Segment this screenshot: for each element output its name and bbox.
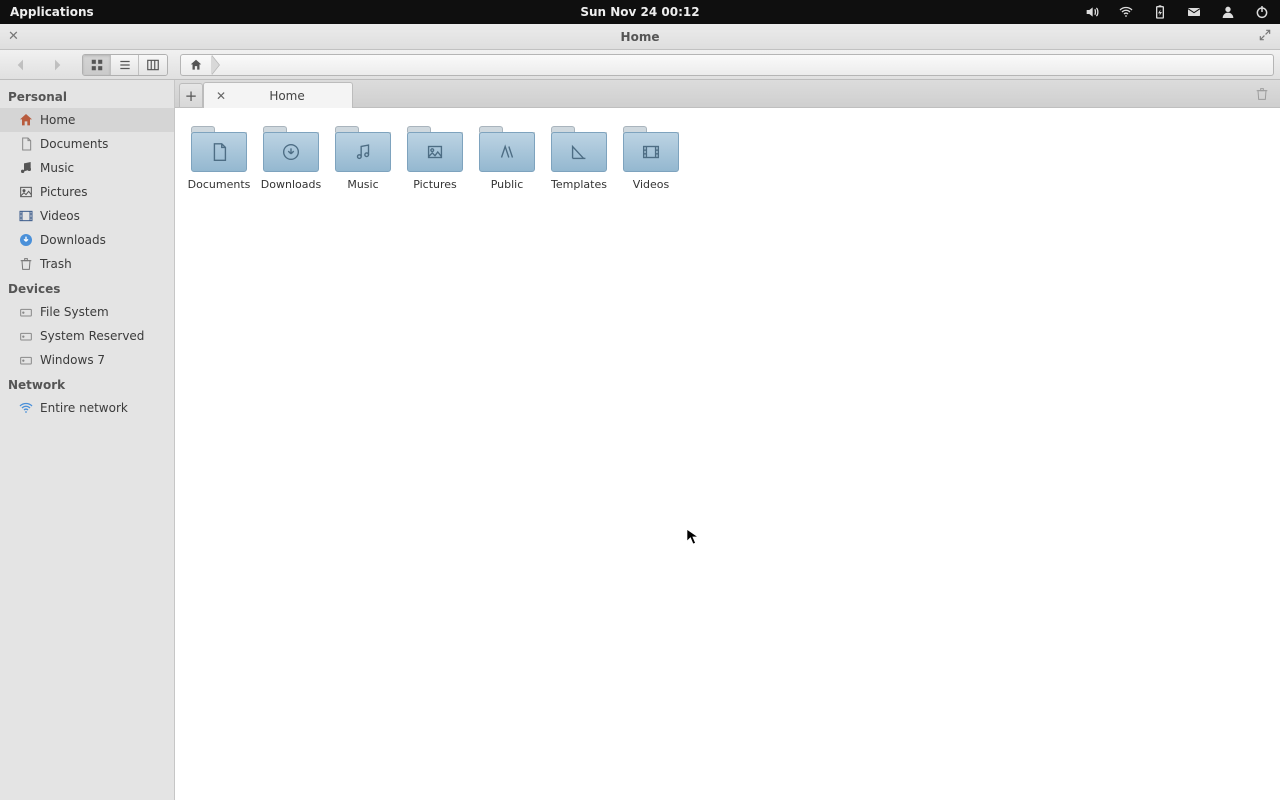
sidebar-item-network[interactable]: Entire network xyxy=(0,396,174,420)
power-icon[interactable] xyxy=(1254,4,1270,20)
folder-label: Videos xyxy=(633,178,670,191)
sidebar-item-home[interactable]: Home xyxy=(0,108,174,132)
mouse-cursor-icon xyxy=(686,528,700,550)
sidebar-item-filesystem[interactable]: File System xyxy=(0,300,174,324)
folder-label: Public xyxy=(491,178,524,191)
sidebar-item-music[interactable]: Music xyxy=(0,156,174,180)
sidebar-item-label: Windows 7 xyxy=(40,353,105,367)
top-panel: Applications Sun Nov 24 00:12 xyxy=(0,0,1280,24)
icon-view-button[interactable] xyxy=(83,55,111,75)
sidebar-item-label: File System xyxy=(40,305,109,319)
folder-music[interactable]: Music xyxy=(327,124,399,191)
icon-view[interactable]: Documents Downloads Music Pictures Publi… xyxy=(175,108,1280,800)
folder-pictures[interactable]: Pictures xyxy=(399,124,471,191)
sidebar-item-label: System Reserved xyxy=(40,329,144,343)
mail-icon[interactable] xyxy=(1186,4,1202,20)
sidebar-item-windows7[interactable]: Windows 7 xyxy=(0,348,174,372)
window-close-button[interactable]: ✕ xyxy=(8,29,19,44)
sidebar-item-label: Entire network xyxy=(40,401,128,415)
folder-videos[interactable]: Videos xyxy=(615,124,687,191)
sidebar-heading-network: Network xyxy=(0,372,174,396)
sidebar-item-label: Pictures xyxy=(40,185,88,199)
sidebar-item-pictures[interactable]: Pictures xyxy=(0,180,174,204)
content-area: Personal Home Documents Music Pictures V… xyxy=(0,80,1280,800)
tab-close-button[interactable]: ✕ xyxy=(216,89,226,103)
sidebar: Personal Home Documents Music Pictures V… xyxy=(0,80,175,800)
folder-downloads[interactable]: Downloads xyxy=(255,124,327,191)
sidebar-item-label: Home xyxy=(40,113,75,127)
system-tray xyxy=(1084,4,1270,20)
sidebar-heading-personal: Personal xyxy=(0,84,174,108)
sidebar-item-label: Documents xyxy=(40,137,108,151)
folder-documents[interactable]: Documents xyxy=(183,124,255,191)
sidebar-item-videos[interactable]: Videos xyxy=(0,204,174,228)
sidebar-item-documents[interactable]: Documents xyxy=(0,132,174,156)
folder-label: Downloads xyxy=(261,178,321,191)
sidebar-item-downloads[interactable]: Downloads xyxy=(0,228,174,252)
folder-label: Templates xyxy=(551,178,607,191)
sidebar-item-trash[interactable]: Trash xyxy=(0,252,174,276)
wifi-icon[interactable] xyxy=(1118,4,1134,20)
window-title: Home xyxy=(621,30,660,44)
main-pane: + ✕ Home Documents Downloads Music Pictu… xyxy=(175,80,1280,800)
tab-strip: + ✕ Home xyxy=(175,80,1280,108)
folder-label: Pictures xyxy=(413,178,457,191)
path-segment-home[interactable] xyxy=(181,55,211,75)
column-view-button[interactable] xyxy=(139,55,167,75)
window-titlebar: ✕ Home xyxy=(0,24,1280,50)
toolbar xyxy=(0,50,1280,80)
back-button[interactable] xyxy=(6,54,36,76)
list-view-button[interactable] xyxy=(111,55,139,75)
tab-home[interactable]: ✕ Home xyxy=(203,82,353,108)
sidebar-item-label: Music xyxy=(40,161,74,175)
clock[interactable]: Sun Nov 24 00:12 xyxy=(580,5,699,19)
trash-icon[interactable] xyxy=(1254,86,1270,106)
new-tab-button[interactable]: + xyxy=(179,83,203,107)
folder-label: Music xyxy=(347,178,378,191)
sidebar-item-label: Trash xyxy=(40,257,72,271)
folder-templates[interactable]: Templates xyxy=(543,124,615,191)
volume-icon[interactable] xyxy=(1084,4,1100,20)
forward-button[interactable] xyxy=(42,54,72,76)
window-maximize-button[interactable] xyxy=(1258,28,1272,45)
view-mode-switcher xyxy=(82,54,168,76)
battery-icon[interactable] xyxy=(1152,4,1168,20)
sidebar-item-system-reserved[interactable]: System Reserved xyxy=(0,324,174,348)
path-bar[interactable] xyxy=(180,54,1274,76)
sidebar-item-label: Videos xyxy=(40,209,80,223)
folder-label: Documents xyxy=(188,178,251,191)
sidebar-heading-devices: Devices xyxy=(0,276,174,300)
user-icon[interactable] xyxy=(1220,4,1236,20)
sidebar-item-label: Downloads xyxy=(40,233,106,247)
applications-menu[interactable]: Applications xyxy=(10,5,94,19)
folder-public[interactable]: Public xyxy=(471,124,543,191)
tab-title: Home xyxy=(234,89,340,103)
